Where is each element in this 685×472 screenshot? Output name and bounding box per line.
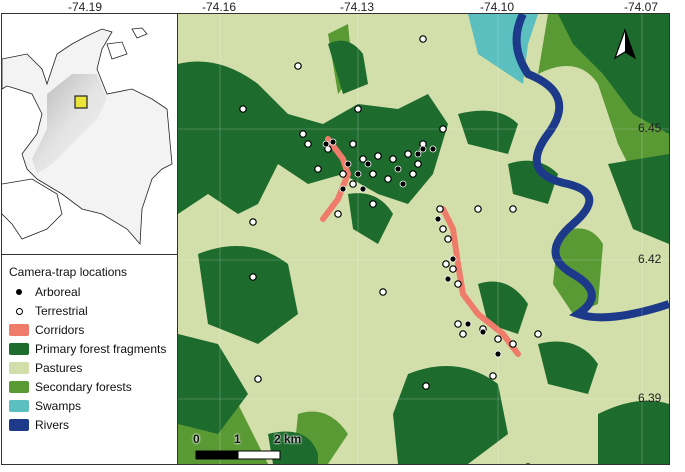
study-area-marker xyxy=(74,95,88,109)
land-cover-map: 0 1 2 km xyxy=(177,13,670,465)
terrestrial-point xyxy=(404,150,412,158)
terrestrial-point xyxy=(304,140,312,148)
arboreal-point xyxy=(394,165,402,173)
terrestrial-point xyxy=(439,125,447,133)
legend-item-swamps: Swamps xyxy=(9,399,81,413)
terrestrial-point xyxy=(349,140,357,148)
terrestrial-point xyxy=(459,330,467,338)
terrestrial-point xyxy=(254,375,262,383)
legend: Camera-trap locations Arboreal Terrestri… xyxy=(1,254,179,465)
legend-item-corridors: Corridors xyxy=(9,323,84,337)
terrestrial-point xyxy=(299,130,307,138)
terrestrial-point xyxy=(439,225,447,233)
legend-item-primary-forest: Primary forest fragments xyxy=(9,342,166,356)
lon-tick: -74.16 xyxy=(201,0,237,14)
terrestrial-point xyxy=(509,205,517,213)
terrestrial-point xyxy=(374,152,382,160)
arboreal-point xyxy=(322,140,330,148)
arboreal-point xyxy=(339,185,347,193)
legend-item-arboreal: Arboreal xyxy=(9,285,80,299)
terrestrial-point xyxy=(239,105,247,113)
scale-label-1: 1 xyxy=(234,432,241,446)
arboreal-point xyxy=(434,215,442,223)
arboreal-point xyxy=(444,275,452,283)
terrestrial-point xyxy=(442,260,450,268)
open-point-icon xyxy=(15,307,23,315)
terrestrial-point xyxy=(334,210,342,218)
terrestrial-point xyxy=(454,280,462,288)
arboreal-point xyxy=(414,150,422,158)
terrestrial-point xyxy=(389,155,397,163)
terrestrial-point xyxy=(454,320,462,328)
terrestrial-point xyxy=(494,335,502,343)
scale-label-0: 0 xyxy=(193,432,200,446)
legend-title: Camera-trap locations xyxy=(9,265,128,279)
arboreal-point xyxy=(429,145,437,153)
lon-tick: -74.07 xyxy=(623,0,659,14)
legend-item-pastures: Pastures xyxy=(9,361,82,375)
terrestrial-point xyxy=(369,200,377,208)
arboreal-point xyxy=(449,255,457,263)
terrestrial-point xyxy=(354,105,362,113)
terrestrial-point xyxy=(249,218,257,226)
arboreal-point xyxy=(479,328,487,336)
colombia-inset-map xyxy=(1,13,179,255)
arboreal-point xyxy=(329,138,337,146)
terrestrial-point xyxy=(294,62,302,70)
terrestrial-point xyxy=(449,265,457,273)
lon-tick: -74.13 xyxy=(339,0,375,14)
terrestrial-point xyxy=(414,160,422,168)
lat-tick: 6.39 xyxy=(638,391,662,405)
terrestrial-point xyxy=(534,330,542,338)
terrestrial-point xyxy=(384,175,392,183)
terrestrial-point xyxy=(409,170,417,178)
lon-tick: -74.10 xyxy=(479,0,515,14)
arboreal-point xyxy=(354,170,362,178)
terrestrial-point xyxy=(444,235,452,243)
lat-tick: 6.42 xyxy=(638,252,662,266)
lon-tick: -74.19 xyxy=(67,0,103,14)
arboreal-point xyxy=(419,145,427,153)
terrestrial-point xyxy=(489,372,497,380)
scale-bar xyxy=(195,450,281,460)
lat-tick: 6.45 xyxy=(638,121,662,135)
arboreal-point xyxy=(359,185,367,193)
terrestrial-point xyxy=(379,288,387,296)
filled-point-icon xyxy=(16,289,22,295)
terrestrial-point xyxy=(369,170,377,178)
terrestrial-point xyxy=(509,340,517,348)
terrestrial-point xyxy=(474,205,482,213)
terrestrial-point xyxy=(422,382,430,390)
terrestrial-point xyxy=(419,35,427,43)
arboreal-point xyxy=(494,350,502,358)
legend-item-terrestrial: Terrestrial xyxy=(9,304,88,318)
terrestrial-point xyxy=(339,170,347,178)
arboreal-point xyxy=(364,160,372,168)
terrestrial-point xyxy=(249,273,257,281)
arboreal-point xyxy=(399,180,407,188)
arboreal-point xyxy=(464,320,472,328)
terrestrial-point xyxy=(314,165,322,173)
arboreal-point xyxy=(344,160,352,168)
scale-label-2km: 2 km xyxy=(274,432,302,446)
terrestrial-point xyxy=(349,180,357,188)
terrestrial-point xyxy=(436,205,444,213)
terrestrial-point xyxy=(359,155,367,163)
legend-item-secondary-forest: Secondary forests xyxy=(9,380,132,394)
legend-item-rivers: Rivers xyxy=(9,418,69,432)
